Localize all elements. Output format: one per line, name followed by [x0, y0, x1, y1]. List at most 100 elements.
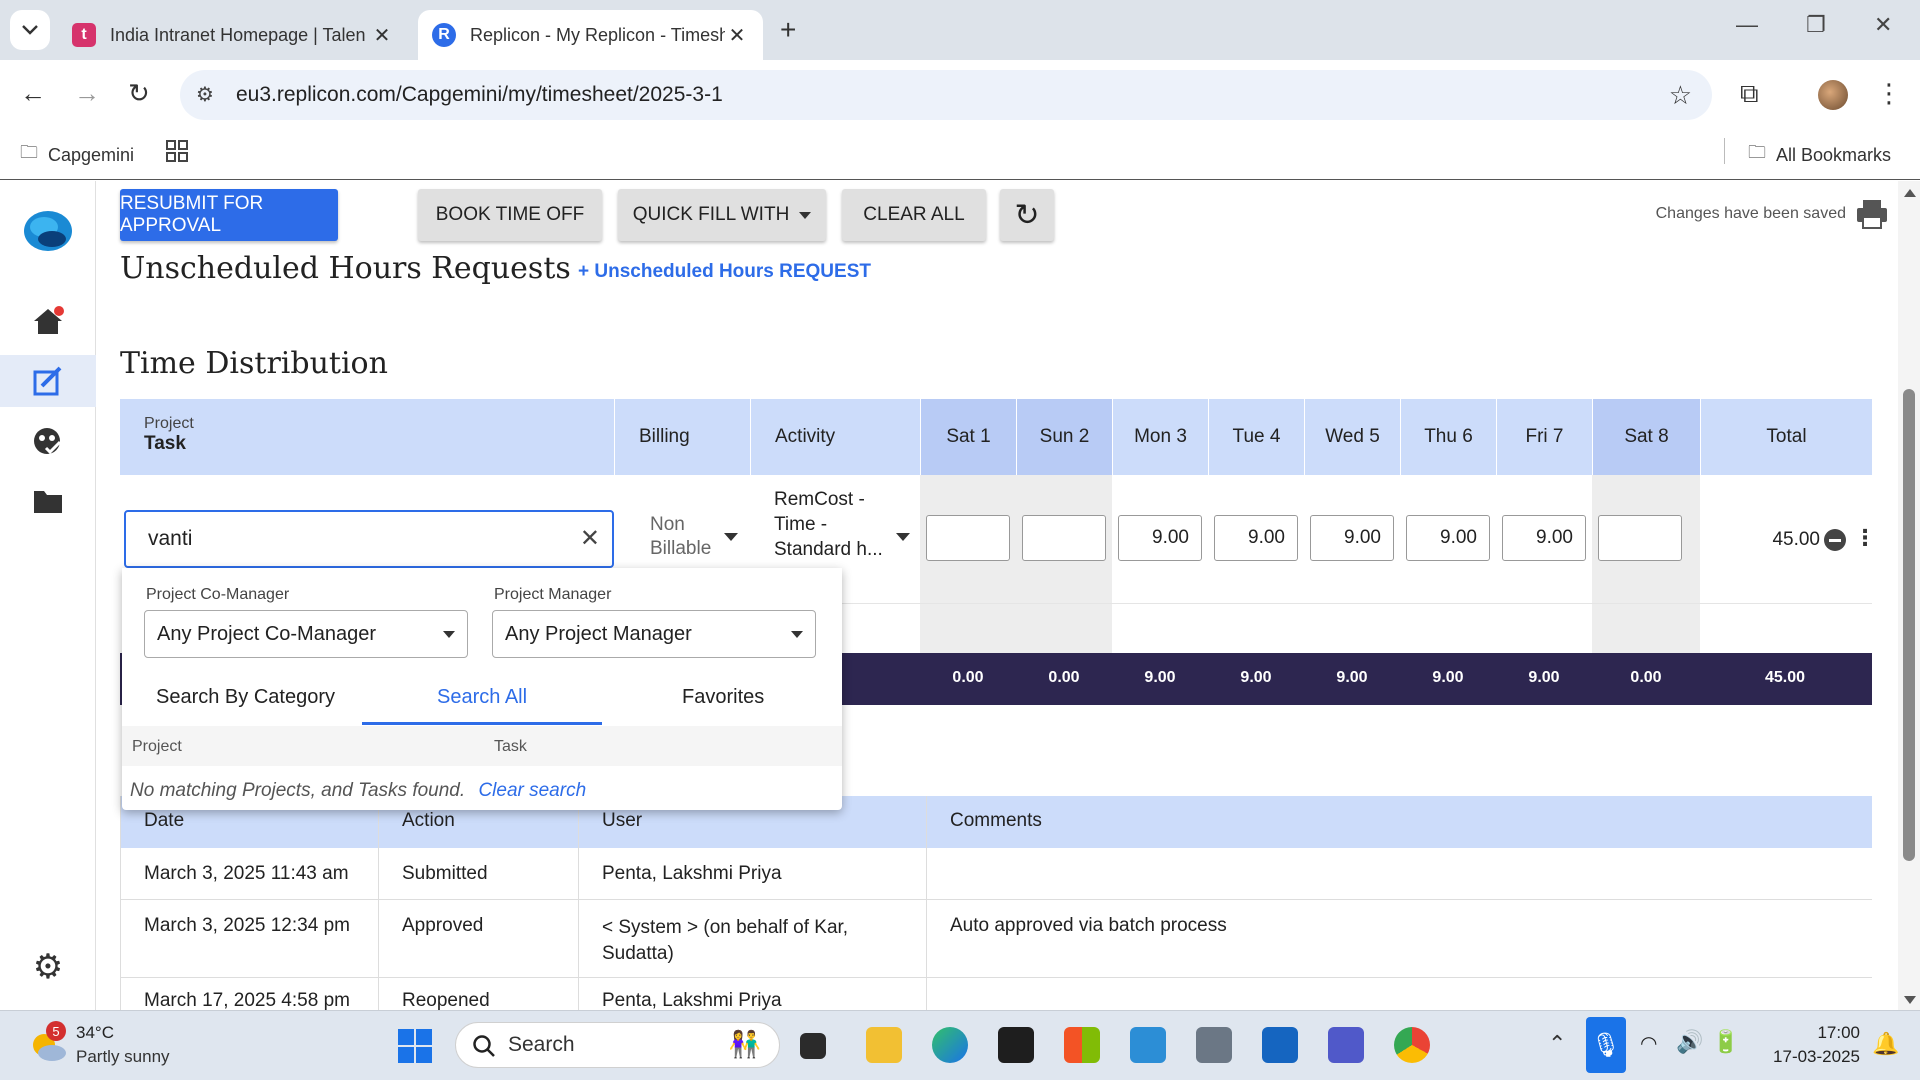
manager-select[interactable]: Any Project Manager [492, 610, 816, 658]
microphone-icon[interactable]: 🎙 [1586, 1017, 1626, 1073]
teams-icon[interactable] [1328, 1027, 1364, 1063]
scroll-up-icon[interactable] [1904, 189, 1916, 197]
menu-icon[interactable]: ⋮ [1876, 78, 1902, 109]
edge-browser-icon[interactable] [932, 1027, 968, 1063]
new-tab-icon[interactable]: + [780, 14, 796, 46]
weekend-column [1592, 475, 1700, 653]
outlook-icon[interactable] [1262, 1027, 1298, 1063]
timesheet-header: Project Task Billing Activity Sat 1 Sun … [120, 399, 1872, 475]
hour-input[interactable]: 9.00 [1502, 515, 1586, 561]
chevron-up-icon[interactable]: ⌃ [1548, 1031, 1566, 1057]
manager-label: Project Manager [494, 586, 612, 603]
hour-input[interactable] [926, 515, 1010, 561]
extensions-icon[interactable]: ⧉ [1740, 78, 1759, 110]
co-manager-label: Project Co-Manager [146, 586, 290, 603]
sidebar-item-timesheet[interactable] [0, 355, 96, 407]
add-unscheduled-link[interactable]: + Unscheduled Hours REQUEST [578, 261, 871, 283]
weather-widget[interactable]: 5 [28, 1021, 68, 1063]
co-manager-value: Any Project Co-Manager [157, 622, 376, 645]
intranet-favicon-icon: t [72, 23, 96, 47]
project-search-input[interactable]: vanti ✕ [124, 510, 614, 568]
url-text: eu3.replicon.com/Capgemini/my/timesheet/… [236, 83, 723, 106]
tab-search-by-category[interactable]: Search By Category [156, 686, 335, 709]
row-menu-icon[interactable]: ⋮ [1854, 525, 1876, 551]
tab-replicon[interactable]: R Replicon - My Replicon - Timesh ✕ [418, 10, 763, 60]
sidebar-item-settings[interactable]: ⚙ [0, 941, 96, 993]
tab-search-all[interactable]: Search All [437, 686, 527, 709]
clear-input-icon[interactable]: ✕ [580, 524, 600, 553]
search-highlight-icon: 👫 [728, 1029, 761, 1059]
project-task-header: Project Task [120, 399, 614, 475]
bookmark-capgemini[interactable]: 🗀 Capgemini [20, 140, 134, 170]
no-results-text: No matching Projects, and Tasks found. [130, 780, 466, 801]
tab-search-button[interactable] [10, 10, 50, 50]
notifications-icon[interactable]: 🔔 [1872, 1031, 1899, 1057]
sidebar-item-approvals[interactable] [0, 415, 96, 467]
tab-intranet[interactable]: t India Intranet Homepage | Talen ✕ [58, 10, 408, 60]
tab-favorites[interactable]: Favorites [682, 686, 764, 709]
file-explorer-icon[interactable] [866, 1027, 902, 1063]
volume-icon[interactable]: 🔊 [1676, 1029, 1703, 1055]
caret-down-icon[interactable] [724, 533, 738, 541]
hour-input[interactable] [1598, 515, 1682, 561]
co-manager-select[interactable]: Any Project Co-Manager [144, 610, 468, 658]
microsoft-store-icon[interactable] [1064, 1027, 1100, 1063]
close-icon[interactable]: ✕ [370, 23, 394, 48]
profile-avatar[interactable] [1818, 80, 1848, 110]
caret-down-icon[interactable] [896, 533, 910, 541]
restore-icon[interactable]: ❐ [1806, 12, 1826, 38]
chevron-down-icon [22, 25, 38, 35]
task-view-icon[interactable] [800, 1033, 826, 1059]
close-icon[interactable]: ✕ [725, 23, 749, 48]
save-status: Changes have been saved [1655, 205, 1846, 222]
reload-icon[interactable]: ↻ [128, 78, 150, 109]
history-row: March 3, 2025 12:34 pm Approved < System… [120, 900, 1872, 978]
apps-grid-icon[interactable] [166, 140, 188, 162]
total-header: Total [1700, 399, 1872, 475]
folder-icon: 🗀 [1748, 142, 1766, 162]
hour-input[interactable]: 9.00 [1214, 515, 1298, 561]
day-total: 9.00 [1432, 669, 1464, 686]
hour-input[interactable] [1022, 515, 1106, 561]
site-settings-icon[interactable]: ⚙ [196, 82, 214, 107]
scroll-thumb[interactable] [1903, 389, 1915, 861]
close-window-icon[interactable]: ✕ [1874, 12, 1892, 38]
page-scrollbar[interactable] [1898, 181, 1920, 1010]
hour-input[interactable]: 9.00 [1406, 515, 1490, 561]
resubmit-button[interactable]: RESUBMIT FOR APPROVAL [120, 189, 338, 241]
battery-icon[interactable]: 🔋 [1712, 1029, 1739, 1055]
weekend-column [920, 475, 1112, 653]
book-time-off-button[interactable]: BOOK TIME OFF [418, 189, 602, 241]
caret-down-icon [443, 631, 455, 638]
print-icon[interactable] [1856, 199, 1888, 234]
clock-date[interactable]: 17-03-2025 [1752, 1047, 1860, 1067]
windows-start-icon[interactable] [398, 1029, 432, 1068]
bookmark-star-icon[interactable]: ☆ [1669, 80, 1692, 111]
history-comment: Auto approved via batch process [950, 915, 1227, 936]
billing-value[interactable]: Non Billable [650, 513, 730, 561]
minimize-icon[interactable]: — [1736, 12, 1758, 38]
taskbar-search[interactable]: Search 👫 [455, 1022, 780, 1068]
remove-row-icon[interactable] [1824, 529, 1846, 551]
replicon-logo[interactable] [0, 203, 96, 255]
hour-input[interactable]: 9.00 [1310, 515, 1394, 561]
scroll-down-icon[interactable] [1904, 996, 1916, 1004]
sidebar-item-home[interactable] [0, 295, 96, 347]
terminal-icon[interactable] [998, 1027, 1034, 1063]
refresh-button[interactable]: ↻ [1000, 189, 1054, 241]
wifi-icon[interactable]: ◠ [1640, 1031, 1657, 1056]
notepad-icon[interactable] [1130, 1027, 1166, 1063]
clock-time[interactable]: 17:00 [1780, 1023, 1860, 1043]
all-bookmarks[interactable]: 🗀 All Bookmarks [1748, 140, 1891, 170]
url-field[interactable]: ⚙ eu3.replicon.com/Capgemini/my/timeshee… [180, 70, 1712, 120]
clear-search-link[interactable]: Clear search [478, 780, 586, 801]
chrome-icon[interactable] [1394, 1027, 1430, 1063]
hour-input[interactable]: 9.00 [1118, 515, 1202, 561]
back-icon[interactable]: ← [20, 78, 46, 109]
calculator-icon[interactable] [1196, 1027, 1232, 1063]
activity-value[interactable]: RemCost - Time - Standard h... [774, 487, 886, 571]
quick-fill-button[interactable]: QUICK FILL WITH [618, 189, 826, 241]
sidebar-item-projects[interactable] [0, 475, 96, 527]
forward-icon[interactable]: → [74, 78, 100, 109]
clear-all-button[interactable]: CLEAR ALL [842, 189, 986, 241]
